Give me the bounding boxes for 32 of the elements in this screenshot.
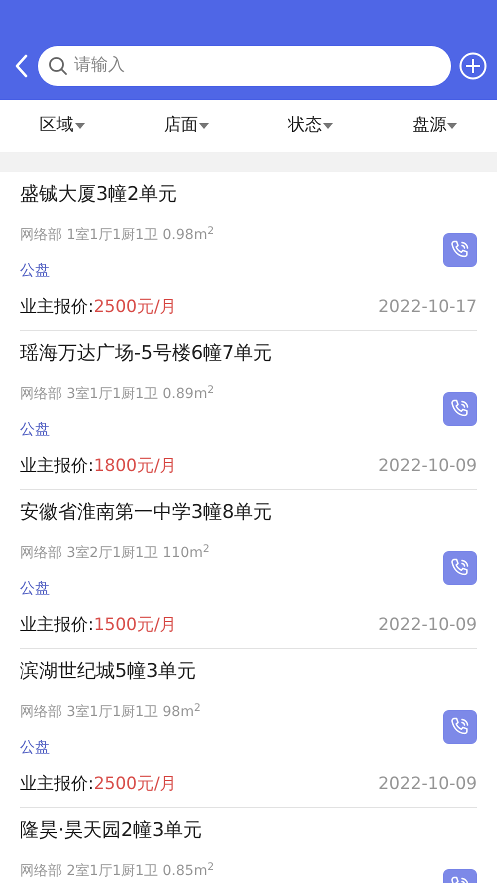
listing-details: 网络部 3室2厅1厨1卫 110m$^{2}$ xyxy=(20,542,211,563)
listing-title: 滨湖世纪城5幢3单元 xyxy=(20,659,198,684)
listing-date: 2022-10-17 xyxy=(378,296,477,320)
price-text: 业主报价:1500元/月 xyxy=(20,614,177,638)
listing-date: 2022-10-09 xyxy=(378,455,477,478)
listing-tag: 公盘 xyxy=(20,261,50,279)
price-text: 业主报价:2500元/月 xyxy=(20,773,177,796)
filter-dropdown[interactable]: 状态 xyxy=(282,109,340,143)
filter-dropdown[interactable]: 区域 xyxy=(34,109,91,143)
listing-tag: 公盘 xyxy=(20,579,50,597)
call-button[interactable] xyxy=(443,233,477,267)
filter-dropdown[interactable]: 盘源 xyxy=(406,109,464,143)
listing-date: 2022-10-09 xyxy=(378,614,477,638)
filter-dropdown[interactable]: 店面 xyxy=(158,109,215,143)
call-button[interactable] xyxy=(443,392,477,426)
search-icon xyxy=(48,56,68,76)
listing-details: 网络部 3室1厅1厨1卫 98m$^{2}$ xyxy=(20,700,202,722)
price-text: 业主报价:2500元/月 xyxy=(20,296,177,320)
search-field[interactable]: 请输入 xyxy=(38,46,451,86)
call-button[interactable] xyxy=(443,710,477,744)
listing-title: 瑶海万达广场-5号楼6幢7单元 xyxy=(20,341,274,366)
listing-details: 网络部 2室1厅1厨1卫 0.85m$^{2}$ xyxy=(20,860,216,881)
listing-title: 盛铖大厦3幢2单元 xyxy=(20,182,178,207)
price-text: 业主报价:1800元/月 xyxy=(20,455,177,478)
listing-details: 网络部 1室1厅1厨1卫 0.98m$^{2}$ xyxy=(20,224,216,245)
listing-tag: 公盘 xyxy=(20,738,50,756)
listing-date: 2022-10-09 xyxy=(378,773,477,796)
call-button[interactable] xyxy=(443,551,477,585)
listing-tag: 公盘 xyxy=(20,420,50,438)
listing-title: 隆昊·昊天园2幢3单元 xyxy=(20,818,204,843)
listing-details: 网络部 3室1厅1厨1卫 0.89m$^{2}$ xyxy=(20,382,216,404)
listing-title: 安徽省淮南第一中学3幢8单元 xyxy=(20,500,274,525)
